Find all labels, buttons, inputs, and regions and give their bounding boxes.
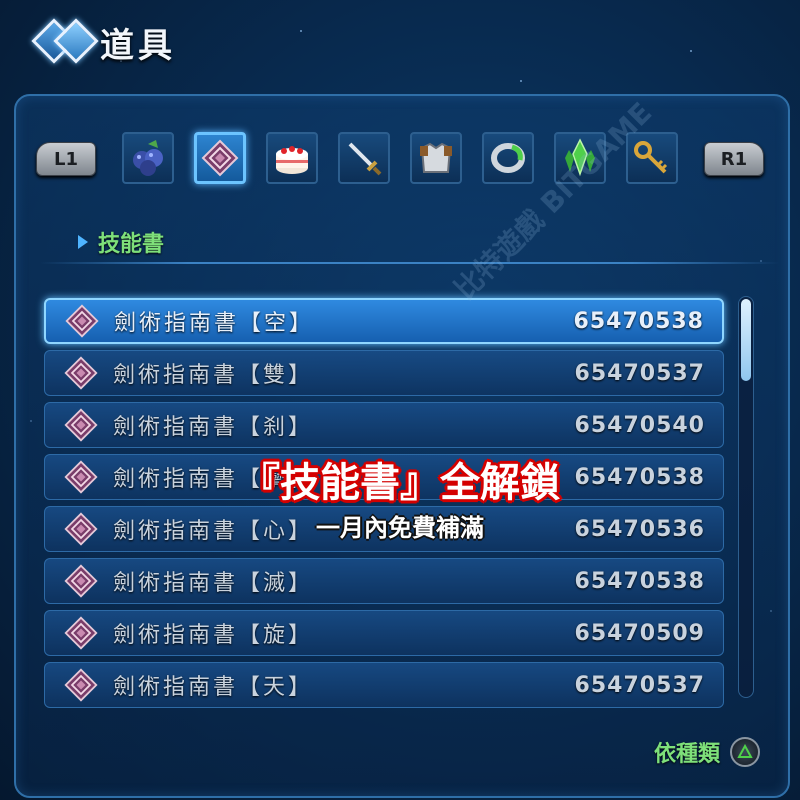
item-quantity: 65470509 xyxy=(574,620,705,646)
l1-button[interactable]: L1 xyxy=(36,142,96,176)
skill-book-icon xyxy=(64,356,98,390)
skill-book-icon xyxy=(201,139,239,177)
item-quantity: 65470538 xyxy=(574,568,705,594)
triangle-button-icon[interactable] xyxy=(730,737,760,767)
sort-control[interactable]: 依種類 xyxy=(654,736,760,768)
armor-icon xyxy=(420,142,452,173)
active-category: 技能書 xyxy=(78,226,164,258)
tab-cake[interactable] xyxy=(266,132,318,184)
list-item[interactable]: 劍術指南書【雙】 65470537 xyxy=(44,350,724,396)
list-item[interactable]: 劍術指南書【天】 65470537 xyxy=(44,662,724,708)
scrollbar-thumb[interactable] xyxy=(741,299,751,381)
skill-book-icon xyxy=(64,564,98,598)
item-name: 劍術指南書【天】 xyxy=(113,675,314,700)
tab-armor[interactable] xyxy=(410,132,462,184)
active-category-label: 技能書 xyxy=(98,232,165,257)
cake-icon xyxy=(276,146,308,174)
tab-blueberry[interactable] xyxy=(122,132,174,184)
key-icon xyxy=(634,141,668,174)
item-name: 劍術指南書【刹】 xyxy=(113,415,314,440)
skill-book-icon xyxy=(65,304,99,338)
item-name: 劍術指南書【雙】 xyxy=(113,363,314,388)
page-title: 道具 xyxy=(100,25,176,66)
screen-header: 道具 xyxy=(30,12,176,72)
list-item[interactable]: 劍術指南書【刹】 65470540 xyxy=(44,402,724,448)
item-name: 劍術指南書【滅】 xyxy=(113,571,314,596)
skill-book-icon xyxy=(64,616,98,650)
promo-headline: 『技能書』全解鎖 xyxy=(240,460,560,506)
ring-icon xyxy=(491,143,525,173)
skill-book-icon xyxy=(64,668,98,702)
sort-label: 依種類 xyxy=(653,742,720,767)
list-item[interactable]: 劍術指南書【滅】 65470538 xyxy=(44,558,724,604)
crystal-icon xyxy=(565,138,595,177)
blueberry-icon xyxy=(133,140,163,176)
item-name: 劍術指南書【旋】 xyxy=(113,623,314,648)
tab-key-items[interactable] xyxy=(626,132,678,184)
sword-icon xyxy=(348,142,382,176)
tab-accessory[interactable] xyxy=(482,132,534,184)
item-quantity: 65470537 xyxy=(574,360,705,386)
triangle-right-icon xyxy=(78,235,88,249)
r1-button[interactable]: R1 xyxy=(704,142,764,176)
item-name: 劍術指南書【空】 xyxy=(114,311,315,336)
menu-diamond-icon xyxy=(30,17,100,67)
skill-book-icon xyxy=(64,408,98,442)
tab-crystal[interactable] xyxy=(554,132,606,184)
tab-weapon[interactable] xyxy=(338,132,390,184)
item-quantity: 65470540 xyxy=(574,412,705,438)
list-item[interactable]: 劍術指南書【旋】 65470509 xyxy=(44,610,724,656)
list-item[interactable]: 劍術指南書【空】 65470538 xyxy=(44,298,724,344)
item-quantity: 65470537 xyxy=(574,672,705,698)
divider xyxy=(40,262,780,264)
tab-skill-book[interactable] xyxy=(194,132,246,184)
promo-subline: 一月內免費補滿 xyxy=(316,514,484,542)
item-quantity: 65470538 xyxy=(573,308,704,334)
